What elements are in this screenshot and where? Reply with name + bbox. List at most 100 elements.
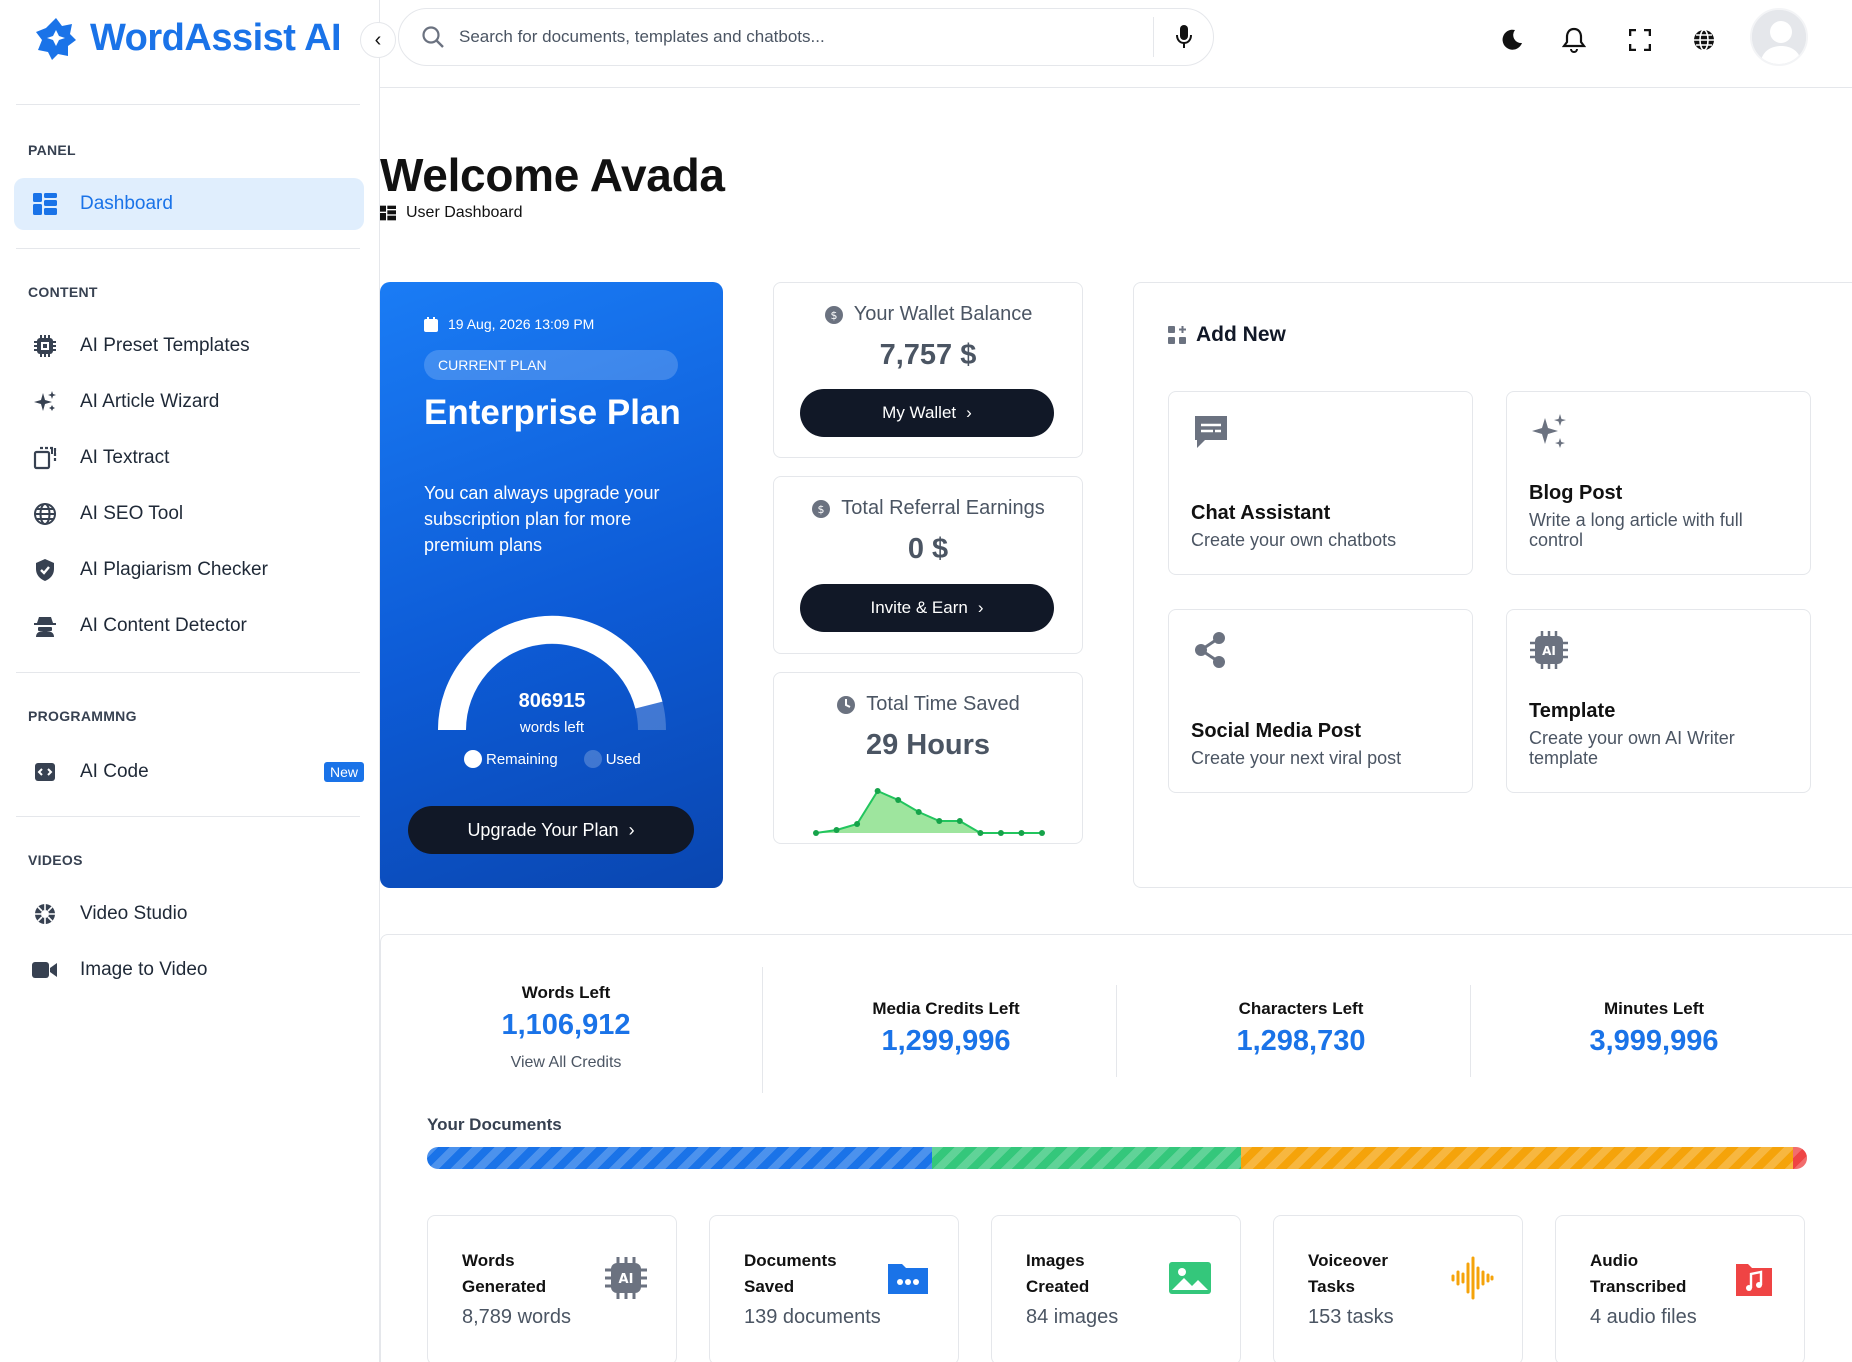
doc-card-title: Images Created <box>1026 1251 1090 1296</box>
credit-words-left: Words Left 1,106,912 View All Credits <box>421 983 711 1072</box>
logo[interactable]: WordAssist AI <box>34 16 342 60</box>
svg-text:AI: AI <box>1542 644 1556 658</box>
sparkline-point <box>915 809 922 815</box>
credit-characters-left: Characters Left 1,298,730 <box>1136 999 1466 1058</box>
sparkline-point <box>874 788 881 794</box>
audio-transcribed-card: Audio Transcribed 4 audio files <box>1555 1215 1805 1362</box>
page-title: Welcome Avada <box>380 149 725 201</box>
add-template-card[interactable]: AI Template Create your own AI Writer te… <box>1506 609 1811 793</box>
your-documents-title: Your Documents <box>427 1115 562 1134</box>
divider <box>16 104 360 105</box>
search-input[interactable] <box>459 27 1139 47</box>
user-avatar[interactable] <box>1750 8 1808 66</box>
sparkline-point <box>1039 830 1045 836</box>
doc-card-value: 84 images <box>1026 1306 1119 1328</box>
ai-chip-icon: AI <box>1530 631 1568 669</box>
documents-bar-segment <box>427 1147 933 1169</box>
sidebar-item-ai-article-wizard[interactable]: AI Article Wizard <box>14 376 364 428</box>
card-description: Create your own AI Writer template <box>1529 728 1735 768</box>
my-wallet-button[interactable]: My Wallet › <box>800 389 1054 437</box>
credit-value: 3,999,996 <box>1589 1025 1719 1057</box>
time-saved-sparkline <box>813 788 1045 836</box>
sidebar-item-video-studio[interactable]: Video Studio <box>14 888 364 940</box>
legend-remaining: Remaining <box>464 750 558 768</box>
sidebar-item-ai-plagiarism-checker[interactable]: AI Plagiarism Checker <box>14 544 364 596</box>
sidebar-item-label: AI Plagiarism Checker <box>80 559 268 580</box>
sidebar-item-ai-content-detector[interactable]: AI Content Detector <box>14 600 364 652</box>
sidebar-item-ai-preset-templates[interactable]: AI Preset Templates <box>14 320 364 372</box>
svg-text:$: $ <box>830 309 837 322</box>
chevron-right-icon: › <box>966 403 972 422</box>
calendar-icon <box>424 316 438 332</box>
plan-name: Enterprise Plan <box>424 393 681 432</box>
sparkline-point <box>956 818 963 824</box>
add-social-media-post-card[interactable]: Social Media Post Create your next viral… <box>1168 609 1473 793</box>
images-created-card: Images Created 84 images <box>991 1215 1241 1362</box>
sidebar: WordAssist AI PANEL Dashboard CONTENT AI… <box>0 0 380 1362</box>
add-blog-post-card[interactable]: Blog Post Write a long article with full… <box>1506 391 1811 575</box>
wallet-title: $ Your Wallet Balance <box>774 303 1082 326</box>
credit-label: Characters Left <box>1238 999 1364 1018</box>
user-silhouette-icon <box>1752 10 1806 64</box>
search-icon <box>422 26 444 48</box>
upgrade-plan-button[interactable]: Upgrade Your Plan › <box>408 806 694 854</box>
section-title-programming: PROGRAMMNG <box>28 708 137 724</box>
sidebar-item-ai-seo-tool[interactable]: AI SEO Tool <box>14 488 364 540</box>
sidebar-item-ai-textract[interactable]: AI Textract <box>14 432 364 484</box>
divider <box>762 967 763 1093</box>
words-generated-card: Words Generated 8,789 words AI <box>427 1215 677 1362</box>
ai-chip-icon <box>32 333 58 359</box>
sparkline-point <box>997 830 1004 836</box>
folder-icon <box>888 1264 928 1294</box>
svg-text:$: $ <box>818 503 825 516</box>
divider <box>1116 985 1117 1077</box>
credit-value: 1,106,912 <box>501 1009 631 1041</box>
documents-bar-segment <box>932 1147 1242 1169</box>
plan-description: You can always upgrade your subscription… <box>424 483 660 555</box>
sidebar-item-dashboard[interactable]: Dashboard <box>14 178 364 230</box>
wallet-value: 7,757 $ <box>879 339 977 371</box>
current-plan-pill: CURRENT PLAN <box>424 350 678 380</box>
search-bar[interactable] <box>398 8 1214 66</box>
section-title-panel: PANEL <box>28 142 76 158</box>
card-title: Blog Post <box>1529 482 1623 504</box>
detective-icon <box>32 613 58 639</box>
sidebar-item-image-to-video[interactable]: Image to Video <box>14 944 364 996</box>
sidebar-item-label: AI Content Detector <box>80 615 247 636</box>
documents-saved-card: Documents Saved 139 documents <box>709 1215 959 1362</box>
globe-icon <box>1694 29 1714 51</box>
invite-earn-label: Invite & Earn <box>870 598 968 617</box>
language-button[interactable] <box>1686 22 1722 58</box>
divider <box>1470 985 1471 1077</box>
referral-title: $ Total Referral Earnings <box>774 497 1082 520</box>
sparkline-point <box>895 797 902 803</box>
fullscreen-button[interactable] <box>1622 22 1658 58</box>
sidebar-item-label: Video Studio <box>80 903 188 924</box>
breadcrumb: User Dashboard <box>380 204 523 222</box>
breadcrumb-label: User Dashboard <box>406 204 523 221</box>
credit-label: Words Left <box>521 983 611 1002</box>
sparkline-point <box>833 827 840 833</box>
code-icon <box>32 759 58 785</box>
brand-name: WordAssist AI <box>90 16 342 59</box>
documents-progress-bar <box>427 1147 1807 1169</box>
clock-icon <box>837 695 856 714</box>
aperture-icon <box>32 901 58 927</box>
divider <box>16 816 360 817</box>
new-badge: New <box>323 762 364 782</box>
music-file-icon <box>1736 1264 1772 1296</box>
card-title: Template <box>1529 700 1616 722</box>
chevron-right-icon: › <box>628 819 635 840</box>
upgrade-plan-label: Upgrade Your Plan <box>467 819 619 840</box>
documents-bar-segment <box>1793 1147 1807 1169</box>
dark-mode-toggle[interactable] <box>1494 22 1530 58</box>
collapse-sidebar-button[interactable]: ‹ <box>360 22 396 58</box>
voice-search-button[interactable] <box>1153 17 1213 57</box>
add-chat-assistant-card[interactable]: Chat Assistant Create your own chatbots <box>1168 391 1473 575</box>
sidebar-item-ai-code[interactable]: AI Code New <box>14 746 364 798</box>
invite-earn-button[interactable]: Invite & Earn › <box>800 584 1054 632</box>
sparkline-point <box>813 830 819 836</box>
view-all-credits-link[interactable]: View All Credits <box>421 1054 711 1072</box>
section-title-content: CONTENT <box>28 284 98 300</box>
notifications-button[interactable] <box>1556 22 1592 58</box>
